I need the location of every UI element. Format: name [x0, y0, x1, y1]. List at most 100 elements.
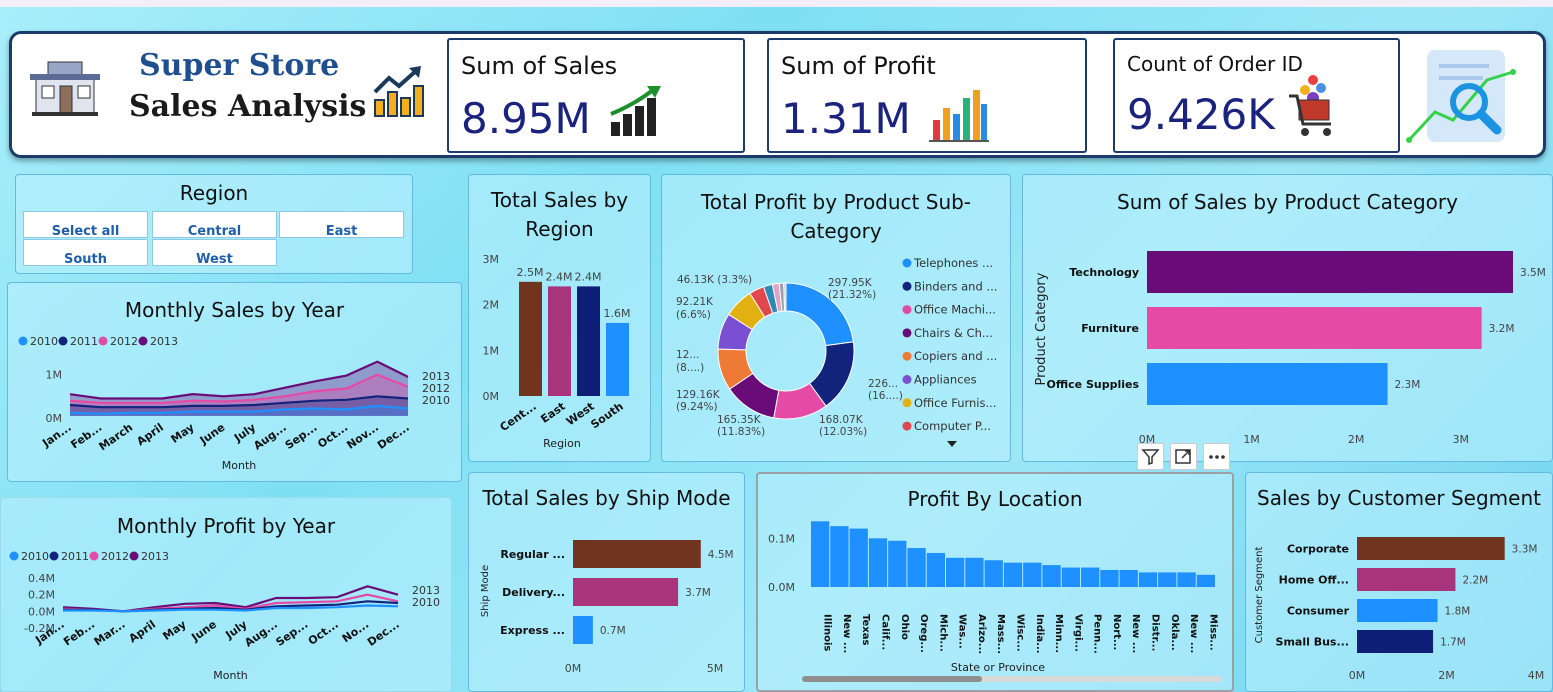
slicer-option-west[interactable]: West — [152, 239, 277, 266]
bar-1 — [830, 526, 849, 587]
bar-13 — [1061, 567, 1080, 587]
x-tick-label: Nort... — [1111, 614, 1122, 650]
legend-marker — [138, 336, 148, 346]
growth-chart-icon — [373, 66, 424, 117]
sales-by-category-card: Sum of Sales by Product Category Product… — [1022, 174, 1553, 462]
y-axis-title: Ship Mode — [480, 565, 491, 617]
legend-label: Chairs & Ch... — [914, 326, 993, 340]
x-tick-label: May — [160, 618, 188, 643]
x-tick-label: Wisc... — [1015, 614, 1026, 652]
data-label: 3.3M — [1512, 544, 1538, 556]
monthly-sales-chart[interactable]: 2010 2011 2012 20131M0M201320122010Jan...Fe… — [8, 283, 463, 483]
sales-by-segment-chart[interactable]: Customer Segment Corporate 3.3M Home Off...… — [1246, 473, 1553, 692]
x-tick-label: Dec... — [365, 618, 402, 649]
magnifier-analytics-icon — [1406, 50, 1516, 143]
y-tick-label: 1M — [483, 344, 500, 357]
legend-label: 2013 — [141, 550, 169, 563]
data-label: 2.4M — [546, 270, 573, 283]
x-tick-label: Okla... — [1169, 614, 1180, 651]
profit-by-location-chart[interactable]: 0.1M 0.0M Illinois New ... Texas Calif... Ohio… — [758, 474, 1236, 692]
x-tick-label: Oct... — [306, 618, 341, 648]
legend-label: 2010 — [30, 335, 58, 348]
legend-label: Binders and ... — [914, 279, 997, 293]
x-tick-label: 4M — [1528, 669, 1545, 682]
profit-by-location-card: Profit By Location 0.1M 0.0M Illinois New .… — [756, 472, 1234, 692]
x-tick-label: Mass... — [995, 614, 1006, 654]
bar-2 — [1357, 599, 1438, 622]
more-options-button[interactable] — [1203, 443, 1230, 470]
y-tick-label: 1M — [46, 369, 63, 382]
x-tick-label: June — [197, 421, 228, 448]
monthly-profit-chart[interactable]: 2010 2011 2012 20130.4M0.2M0.0M-0.2M2013201… — [1, 498, 453, 692]
legend-marker — [902, 351, 912, 361]
filter-button[interactable] — [1137, 443, 1164, 470]
slicer-option-south[interactable]: South — [23, 239, 148, 266]
x-tick-label: Aug... — [251, 421, 289, 453]
legend-marker — [902, 305, 912, 315]
x-tick-label: Virgi... — [1072, 614, 1083, 652]
data-label: 2.2M — [1462, 575, 1488, 587]
legend-label: 2011 — [70, 335, 98, 348]
legend-label: Office Furnis... — [914, 396, 996, 410]
slicer-option-central[interactable]: Central — [152, 211, 277, 238]
slicer-title: Region — [179, 181, 249, 205]
legend-marker — [18, 336, 28, 346]
sales-by-ship-mode-chart[interactable]: Ship Mode Regular ... 4.5M Delivery... 3.7M E… — [469, 473, 746, 692]
monthly-sales-card: Monthly Sales by Year 2010 2011 2012 2013 1M… — [7, 282, 462, 482]
x-tick-label: Oct... — [315, 421, 350, 451]
x-tick-label: Ohio — [899, 614, 910, 640]
kpi-value: 1.31M — [781, 94, 911, 143]
legend-label: Telephones ... — [913, 256, 993, 270]
sales-by-category-chart[interactable]: Product Category Technology 3.5M Furniture 3… — [1023, 175, 1553, 463]
data-label: 92.21K — [676, 296, 714, 308]
sales-by-ship-mode-card: Total Sales by Ship Mode Ship Mode Regula… — [468, 472, 745, 692]
series-end-label: 2010 — [422, 394, 450, 407]
slicer-option-select-all[interactable]: Select all — [23, 211, 148, 238]
sales-by-segment-card: Sales by Customer Segment Customer Segme… — [1245, 472, 1553, 692]
y-tick-label: 0.2M — [28, 589, 55, 602]
legend-marker — [9, 551, 19, 561]
y-tick-label: Furniture — [1081, 322, 1139, 335]
kpi-label: Sum of Sales — [461, 52, 618, 80]
y-tick-label: 0.0M — [28, 605, 55, 618]
legend-marker — [98, 336, 108, 346]
brand-title-line2: Sales Analysis — [129, 89, 367, 124]
bar-8 — [965, 557, 984, 587]
data-label: 3.5M — [1520, 267, 1546, 279]
x-tick-label: Texas — [860, 614, 871, 645]
data-label: 2.5M — [517, 266, 544, 279]
x-tick-label: 3M — [1452, 433, 1469, 446]
kpi-sum-of-sales: Sum of Sales 8.95M — [447, 38, 745, 153]
bar-2 — [577, 286, 600, 396]
brand-title-line1: Super Store — [139, 48, 340, 83]
legend-marker — [902, 328, 912, 338]
x-tick-label: May — [169, 421, 197, 446]
focus-mode-button[interactable] — [1170, 443, 1197, 470]
slicer-option-east[interactable]: East — [279, 211, 404, 238]
window-top-strip — [0, 0, 1553, 7]
y-tick-label: Corporate — [1287, 543, 1349, 556]
x-tick-label: New ... — [841, 614, 852, 653]
legend-label: Computer P... — [914, 419, 991, 433]
x-tick-label: New ... — [1188, 614, 1199, 653]
legend-label: 2013 — [150, 335, 178, 348]
bar-10 — [1003, 562, 1023, 587]
x-tick-label: 0M — [1349, 669, 1366, 682]
data-label: 2.3M — [1395, 379, 1421, 391]
bar-7 — [946, 557, 965, 587]
x-tick-label: Sep... — [283, 421, 320, 452]
x-tick-label: March — [96, 421, 135, 454]
donut-slice-11 — [783, 282, 787, 312]
legend-label: Office Machi... — [914, 303, 996, 317]
sales-by-region-chart[interactable]: 3M2M1M0M2.5MCent...2.4MEast2.4MWest1.6MS… — [469, 175, 652, 463]
profit-by-subcategory-chart[interactable]: 297.95K(21.32%) 226...(16....) 168.07K(12.… — [662, 175, 1012, 463]
horizontal-scrollbar[interactable] — [802, 676, 1222, 682]
x-axis-title: State or Province — [951, 661, 1045, 674]
data-label: (21.32%) — [828, 289, 876, 301]
x-tick-label: Minn... — [1053, 614, 1064, 653]
scrollbar-thumb[interactable] — [802, 676, 982, 682]
x-tick-label: Sep... — [274, 618, 311, 649]
legend-marker — [902, 375, 912, 384]
data-label: 4.5M — [708, 549, 734, 561]
x-tick-label: 2M — [1348, 433, 1365, 446]
